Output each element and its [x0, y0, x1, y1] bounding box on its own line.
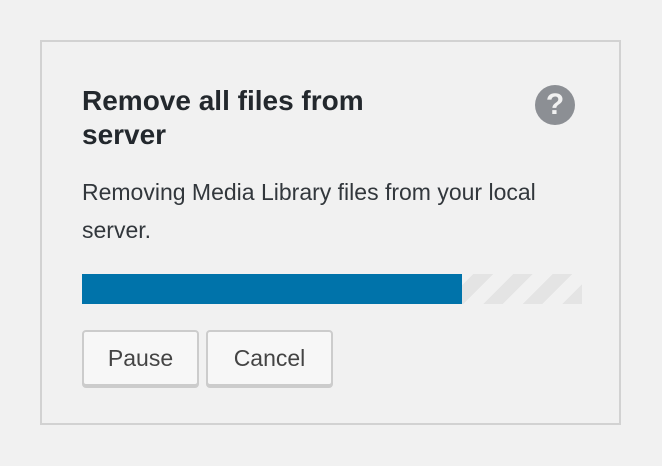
cancel-button[interactable]: Cancel — [206, 330, 333, 386]
status-description: Removing Media Library files from your l… — [82, 179, 536, 243]
dialog-title: Remove all files from server — [82, 85, 364, 150]
remove-files-dialog: Remove all files from server ? Removing … — [40, 40, 621, 425]
progress-bar-fill — [82, 274, 462, 304]
pause-button[interactable]: Pause — [82, 330, 199, 386]
help-icon[interactable]: ? — [535, 85, 575, 125]
progress-bar — [82, 274, 582, 304]
